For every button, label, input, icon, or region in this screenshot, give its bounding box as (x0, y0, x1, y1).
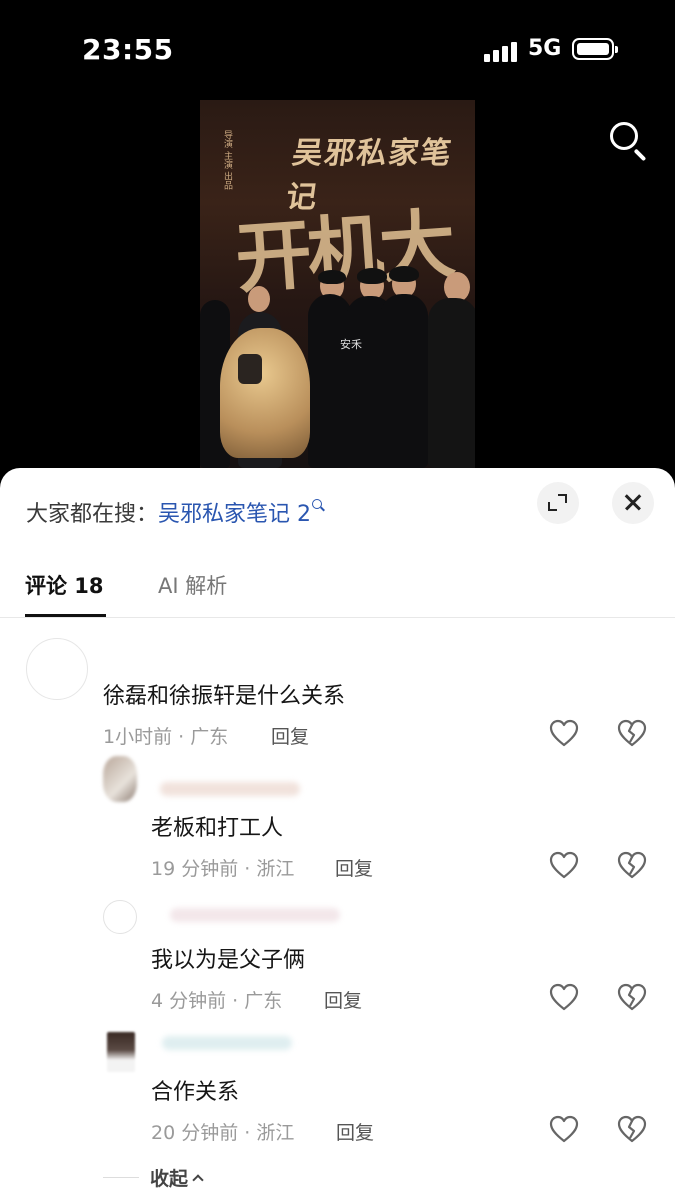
username-blurred (170, 908, 340, 922)
comment-tabs: 评论 18 AI 解析 (0, 566, 675, 618)
broken-heart-icon[interactable] (616, 718, 648, 748)
avatar[interactable] (107, 1032, 135, 1072)
comment-text: 我以为是父子俩 (151, 948, 306, 973)
avatar[interactable] (103, 900, 137, 934)
comment-meta: 1小时前 · 广东 (103, 726, 229, 748)
signal-icon (484, 40, 520, 62)
heart-icon[interactable] (548, 1114, 580, 1144)
person-hair (357, 268, 387, 284)
comment-meta: 20 分钟前 · 浙江 (151, 1122, 295, 1144)
video-area[interactable]: 23:55 5G 导演 主演 出品 吴邪私家笔记 开机大 安禾 (0, 0, 675, 480)
foreground-person (220, 328, 310, 458)
username-blurred (160, 782, 300, 796)
status-bar: 23:55 5G (0, 0, 675, 100)
heart-icon[interactable] (548, 718, 580, 748)
search-icon (312, 499, 326, 513)
comment-text: 合作关系 (151, 1080, 240, 1105)
tab-comments[interactable]: 评论 18 (25, 570, 104, 600)
broken-heart-icon[interactable] (616, 850, 648, 880)
avatar[interactable] (103, 756, 137, 802)
person-head (248, 286, 270, 312)
username-blurred (162, 1036, 292, 1050)
reply-button[interactable]: 回复 (271, 722, 309, 749)
expand-icon[interactable] (537, 482, 579, 524)
comment-text: 老板和打工人 (151, 816, 284, 841)
collapse-replies-button[interactable]: 收起 (150, 1164, 204, 1191)
search-icon[interactable] (606, 118, 650, 162)
hair-clip (238, 354, 262, 384)
poster-side-text: 导演 主演 出品 (222, 130, 232, 190)
heart-icon[interactable] (548, 850, 580, 880)
heart-icon[interactable] (548, 982, 580, 1012)
comment-meta: 4 分钟前 · 广东 (151, 990, 283, 1012)
person-hair (389, 266, 419, 282)
comment-text: 徐磊和徐振轩是什么关系 (103, 684, 346, 709)
close-icon[interactable] (612, 482, 654, 524)
comment-sheet: 大家都在搜：吴邪私家笔记 2 评论 18 AI 解析 徐磊和徐振轩是什么关系 1… (0, 468, 675, 1200)
person-figure (380, 294, 428, 468)
divider (103, 1177, 139, 1178)
reply-button[interactable]: 回复 (336, 1118, 374, 1145)
battery-icon (572, 38, 618, 60)
hot-search-prefix: 大家都在搜： (26, 502, 159, 527)
hot-search-bar[interactable]: 大家都在搜：吴邪私家笔记 2 (26, 496, 326, 528)
broken-heart-icon[interactable] (616, 1114, 648, 1144)
tab-ai-analysis[interactable]: AI 解析 (158, 570, 227, 600)
person-figure (428, 298, 475, 468)
video-watermark: 安禾 (340, 338, 362, 351)
active-tab-indicator (25, 614, 106, 617)
avatar[interactable] (26, 638, 88, 700)
broken-heart-icon[interactable] (616, 982, 648, 1012)
reply-button[interactable]: 回复 (324, 986, 362, 1013)
chevron-up-icon (192, 1174, 204, 1186)
video-player[interactable]: 导演 主演 出品 吴邪私家笔记 开机大 安禾 (200, 100, 475, 468)
network-type: 5G (528, 36, 562, 61)
hot-search-query[interactable]: 吴邪私家笔记 2 (158, 502, 311, 527)
reply-button[interactable]: 回复 (335, 854, 373, 881)
comment-meta: 19 分钟前 · 浙江 (151, 858, 295, 880)
status-time: 23:55 (82, 33, 174, 66)
person-hair (318, 270, 346, 284)
collapse-label: 收起 (150, 1168, 189, 1190)
